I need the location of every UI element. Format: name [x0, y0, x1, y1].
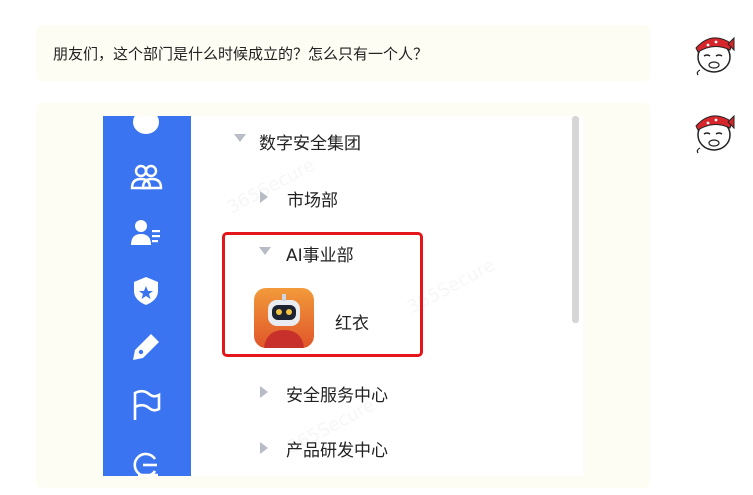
collapse-triangle-icon[interactable] — [234, 134, 246, 144]
expand-triangle-icon[interactable] — [260, 191, 270, 203]
sender-avatar[interactable] — [690, 30, 736, 76]
group-icon[interactable] — [129, 160, 163, 194]
scrollbar[interactable] — [572, 116, 579, 323]
avatar-icon[interactable] — [129, 116, 163, 142]
tree-item-product-rd[interactable]: 产品研发中心 — [286, 436, 388, 461]
cartoon-face-icon — [695, 36, 735, 76]
expand-triangle-icon[interactable] — [260, 386, 270, 398]
chat-message-text: 朋友们，这个部门是什么时候成立的？怎么只有一个人？ — [53, 45, 429, 63]
shared-screenshot[interactable]: 365Secure 365Secure 365Secure — [103, 116, 583, 476]
chat-message-bubble: 朋友们，这个部门是什么时候成立的？怎么只有一个人？ — [36, 25, 650, 81]
tree-item-market[interactable]: 市场部 — [287, 186, 338, 211]
flag-icon[interactable] — [129, 388, 163, 422]
pen-icon[interactable] — [129, 330, 163, 364]
app-sidebar — [103, 116, 191, 476]
tree-root-label[interactable]: 数字安全集团 — [259, 129, 361, 154]
cloud-g-icon[interactable] — [129, 446, 163, 476]
cartoon-face-icon — [695, 114, 735, 154]
sender-avatar[interactable] — [690, 108, 736, 154]
tree-item-security-service[interactable]: 安全服务中心 — [286, 381, 388, 406]
highlight-box — [222, 232, 423, 357]
contacts-icon[interactable] — [129, 216, 163, 250]
expand-triangle-icon[interactable] — [260, 442, 270, 454]
shield-star-icon[interactable] — [129, 274, 163, 308]
